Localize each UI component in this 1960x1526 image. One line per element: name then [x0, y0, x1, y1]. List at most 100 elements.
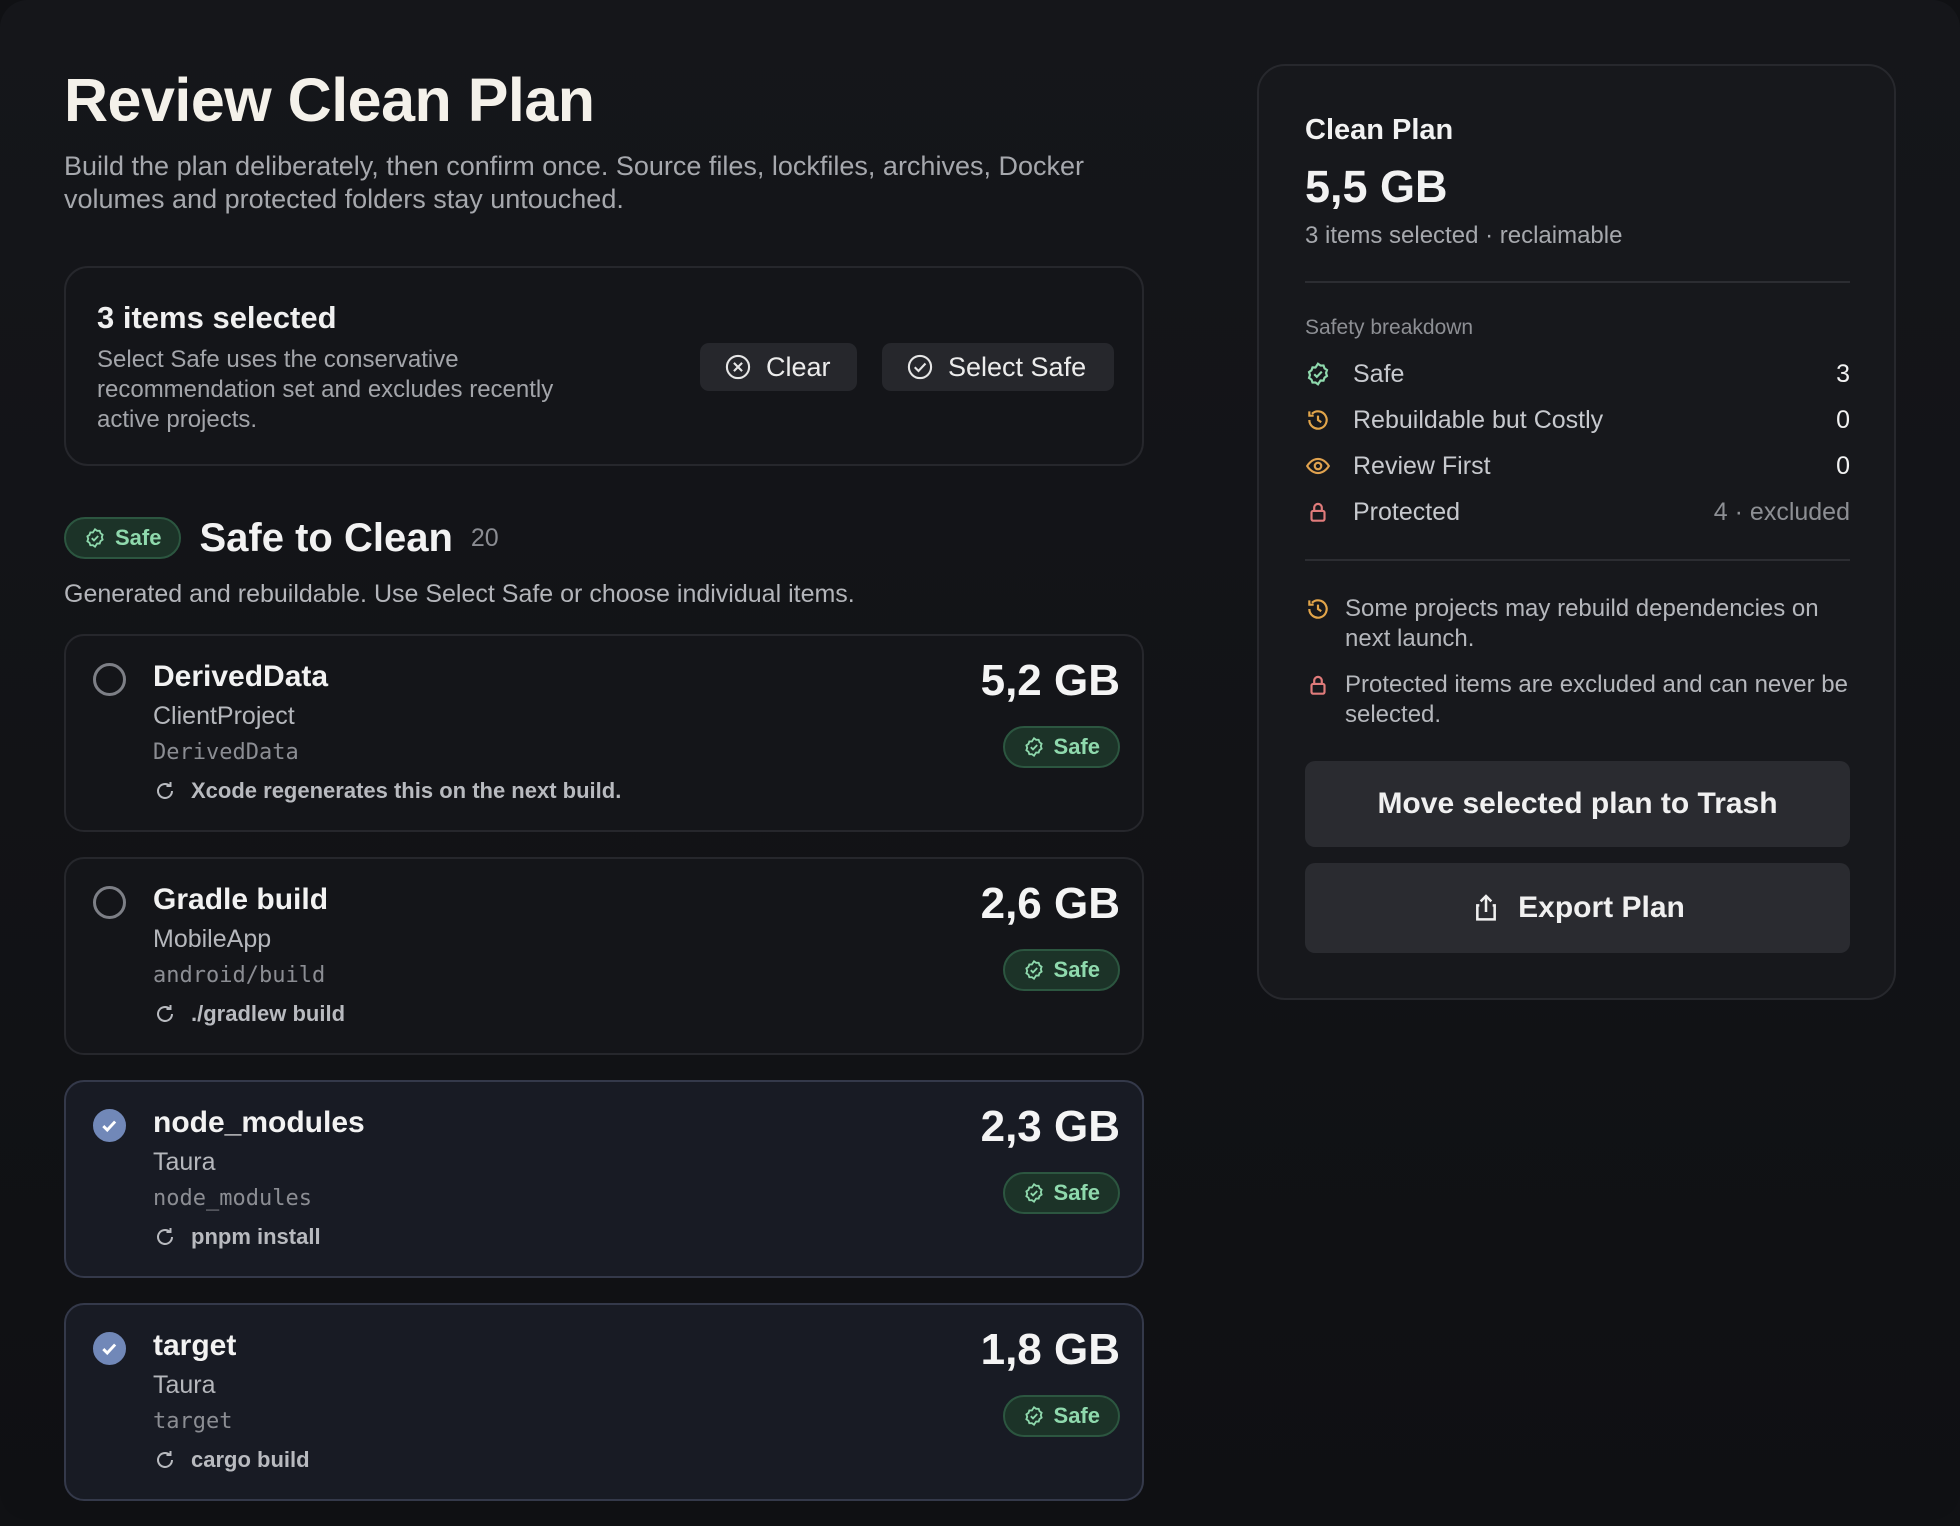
safe-badge: Safe — [64, 517, 182, 559]
selection-summary-card: 3 items selected Select Safe uses the co… — [64, 266, 1144, 466]
check-icon — [102, 1343, 117, 1356]
refresh-icon — [157, 1451, 173, 1468]
safe-badge: Safe — [1002, 949, 1120, 991]
eye-icon — [1305, 457, 1331, 475]
item-list: DerivedData ClientProject DerivedData Xc… — [64, 634, 1144, 1501]
divider — [1305, 281, 1850, 283]
item-note-text: pnpm install — [191, 1224, 321, 1249]
item-name: Gradle build — [153, 883, 329, 916]
breakdown-row-protected: Protected 4 · excluded — [1305, 494, 1850, 530]
breakdown-label-review: Review First — [1353, 451, 1491, 480]
refresh-icon — [157, 1005, 173, 1022]
plan-total-size: 5,5 GB — [1305, 161, 1448, 212]
move-to-trash-label: Move selected plan to Trash — [1377, 787, 1778, 820]
page-title: Review Clean Plan — [64, 66, 595, 134]
selection-description: Select Safe uses the conservative recomm… — [97, 346, 554, 433]
section-header: Safe Safe to Clean 20 — [64, 516, 1144, 560]
safe-icon — [1024, 1405, 1043, 1427]
section-description: Generated and rebuildable. Use Select Sa… — [64, 580, 855, 608]
item-size: 1,8 GB — [980, 1325, 1120, 1374]
page-description: Build the plan deliberately, then confir… — [64, 151, 1084, 214]
safe-icon — [1024, 1182, 1043, 1204]
item-project: Taura — [153, 1148, 216, 1176]
item-project: Taura — [153, 1371, 216, 1399]
breakdown-row-review: Review First 0 — [1305, 448, 1850, 484]
history-icon — [1308, 599, 1328, 619]
clean-plan-panel: Clean Plan 5,5 GB 3 items selected · rec… — [1257, 64, 1896, 1000]
lock-icon — [1310, 675, 1326, 695]
export-plan-button[interactable]: Export Plan — [1305, 863, 1850, 953]
breakdown-value-protected: 4 · excluded — [1713, 497, 1850, 526]
list-item[interactable]: target Taura target cargo build 1,8 GB S… — [64, 1303, 1144, 1501]
section-title: Safe to Clean — [199, 515, 453, 560]
plan-subtitle: 3 items selected · reclaimable — [1305, 222, 1623, 249]
main-panel: Review Clean Plan Build the plan deliber… — [64, 64, 1144, 1526]
breakdown-row-costly: Rebuildable but Costly 0 — [1305, 402, 1850, 438]
item-radio[interactable] — [93, 886, 126, 919]
plan-title: Clean Plan — [1305, 114, 1454, 146]
item-path: DerivedData — [153, 740, 299, 765]
refresh-icon — [157, 782, 173, 799]
refresh-icon — [157, 1228, 173, 1245]
safe-badge-label: Safe — [1053, 1180, 1100, 1205]
item-path: android/build — [153, 963, 326, 988]
safe-icon — [1307, 362, 1329, 386]
safe-badge: Safe — [1002, 1395, 1120, 1437]
item-note: pnpm install — [153, 1224, 321, 1250]
item-note: cargo build — [153, 1447, 310, 1473]
item-note: ./gradlew build — [153, 1001, 345, 1027]
export-plan-label: Export Plan — [1518, 891, 1685, 924]
item-note-text: cargo build — [191, 1447, 310, 1472]
item-radio[interactable] — [93, 1109, 126, 1142]
move-to-trash-button[interactable]: Move selected plan to Trash — [1305, 761, 1850, 847]
breakdown-label: Safety breakdown — [1305, 316, 1474, 339]
list-item[interactable]: Gradle build MobileApp android/build ./g… — [64, 857, 1144, 1055]
safe-badge: Safe — [1002, 1172, 1120, 1214]
item-name: node_modules — [153, 1106, 365, 1139]
item-size: 2,3 GB — [980, 1102, 1120, 1151]
item-project: MobileApp — [153, 925, 272, 953]
safe-badge-label: Safe — [1053, 957, 1100, 982]
breakdown-value-costly: 0 — [1836, 405, 1850, 434]
item-note-text: Xcode regenerates this on the next build… — [191, 778, 622, 803]
safe-badge-label: Safe — [115, 525, 162, 550]
safe-icon — [1024, 736, 1043, 758]
item-radio[interactable] — [93, 1332, 126, 1365]
clear-button-label: Clear — [766, 351, 831, 382]
close-circle-icon — [725, 354, 751, 380]
breakdown-label-safe: Safe — [1353, 359, 1405, 388]
check-circle-icon — [907, 354, 933, 380]
safe-badge-label: Safe — [1053, 734, 1100, 759]
plan-note-rebuild: Some projects may rebuild dependencies o… — [1305, 594, 1850, 654]
selection-count: 3 items selected — [97, 300, 337, 335]
safe-icon — [1024, 959, 1043, 981]
section-count: 20 — [470, 523, 499, 552]
breakdown-row-safe: Safe 3 — [1305, 356, 1850, 392]
item-size: 5,2 GB — [980, 656, 1120, 705]
breakdown-label-costly: Rebuildable but Costly — [1353, 405, 1604, 434]
breakdown-value-safe: 3 — [1836, 359, 1850, 388]
app-window: Review Clean Plan Build the plan deliber… — [0, 0, 1960, 1520]
safe-icon — [86, 527, 104, 549]
list-item[interactable]: DerivedData ClientProject DerivedData Xc… — [64, 634, 1144, 832]
divider — [1305, 559, 1850, 561]
plan-note-protected: Protected items are excluded and can nev… — [1305, 670, 1850, 730]
item-name: target — [153, 1329, 237, 1362]
item-path: target — [153, 1409, 233, 1434]
item-radio[interactable] — [93, 663, 126, 696]
item-note-text: ./gradlew build — [191, 1001, 346, 1026]
breakdown-label-protected: Protected — [1353, 497, 1461, 526]
clear-button[interactable]: Clear — [700, 343, 857, 391]
item-note: Xcode regenerates this on the next build… — [153, 778, 621, 804]
plan-note-text: Protected items are excluded and can nev… — [1345, 671, 1848, 728]
item-project: ClientProject — [153, 702, 295, 730]
select-safe-button[interactable]: Select Safe — [882, 343, 1114, 391]
item-name: DerivedData — [153, 660, 329, 693]
safe-badge: Safe — [1002, 726, 1120, 768]
select-safe-button-label: Select Safe — [948, 351, 1087, 382]
breakdown-value-review: 0 — [1836, 451, 1850, 480]
list-item[interactable]: node_modules Taura node_modules pnpm ins… — [64, 1080, 1144, 1278]
lock-icon — [1310, 502, 1326, 522]
safe-badge-label: Safe — [1053, 1403, 1100, 1428]
share-icon — [1476, 894, 1497, 921]
